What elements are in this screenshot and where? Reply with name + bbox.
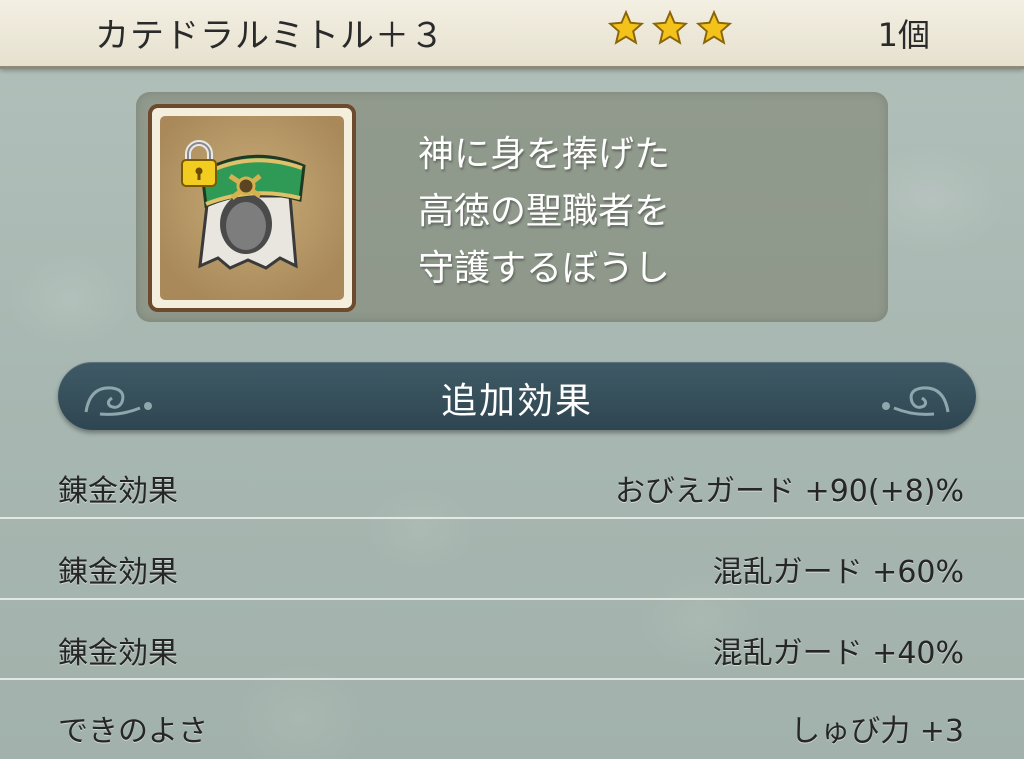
flourish-ornament-icon	[882, 386, 950, 416]
effect-value: おびえガード +90(+8)%	[615, 474, 964, 509]
star-rating	[608, 10, 732, 46]
effect-row: 錬金効果 おびえガード +90(+8)%	[0, 446, 1024, 526]
effect-value: 混乱ガード +40%	[712, 636, 964, 671]
item-description: 神に身を捧げた 高徳の聖職者を 守護するぼうし	[418, 134, 671, 289]
effect-row: 錬金効果 混乱ガード +40%	[0, 608, 1024, 688]
effect-label: できのよさ	[58, 714, 208, 749]
effect-label: 錬金効果	[58, 474, 178, 509]
row-divider	[0, 598, 1024, 600]
star-icon	[608, 10, 644, 45]
item-count: 1個	[877, 16, 930, 54]
effect-row: 錬金効果 混乱ガード +60%	[0, 527, 1024, 607]
effect-value: 混乱ガード +60%	[712, 555, 964, 590]
item-name: カテドラルミトル＋３	[95, 16, 445, 56]
lock-icon	[181, 140, 217, 187]
effect-label: 錬金効果	[58, 636, 178, 671]
item-header: カテドラルミトル＋３ 1個	[0, 0, 1024, 69]
star-icon	[696, 10, 732, 45]
row-divider	[0, 517, 1024, 519]
star-icon	[652, 10, 688, 45]
effect-row: できのよさ しゅび力 +3	[0, 686, 1024, 759]
section-banner: 追加効果	[58, 362, 976, 430]
item-icon-frame[interactable]	[148, 104, 356, 312]
row-divider	[0, 678, 1024, 680]
effect-value: しゅび力 +3	[790, 714, 964, 749]
section-title: 追加効果	[440, 381, 593, 422]
effect-label: 錬金効果	[58, 555, 178, 590]
